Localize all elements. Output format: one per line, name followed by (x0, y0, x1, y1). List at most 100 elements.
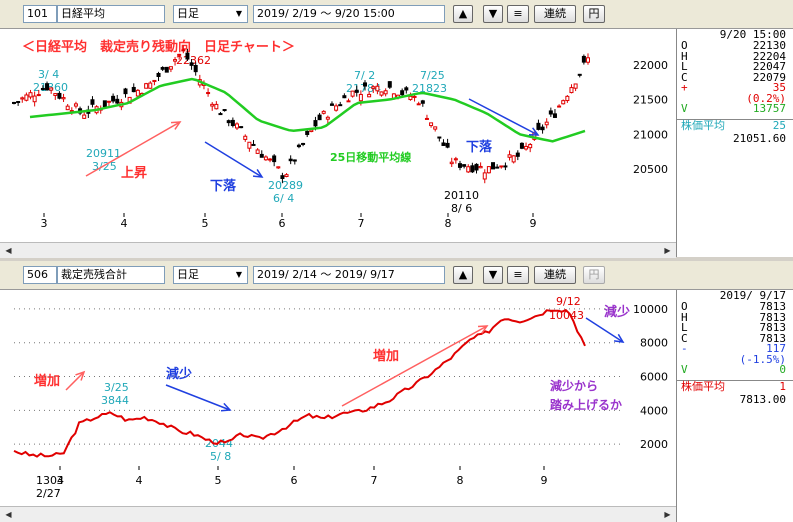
symbol-code-field[interactable]: 506 (23, 266, 57, 284)
info-avg-n: 25 (772, 118, 786, 132)
candle-body (156, 72, 161, 77)
candle-body (301, 142, 306, 145)
scroll-right-icon[interactable]: ▶ (661, 508, 674, 521)
candle-body (259, 153, 264, 158)
candle-body (234, 123, 239, 129)
candle-body (548, 110, 553, 115)
candle-body (569, 87, 574, 94)
candle-body (144, 83, 149, 89)
value-axis: 10000 8000 6000 4000 2000 (633, 303, 668, 451)
nikkei-chart: ＜日経平均 裁定売り残動向 日足チャート＞ 3/ 4 21860 22362 7… (0, 29, 676, 242)
candle-body (383, 90, 388, 95)
month-tick-label: 4 (136, 474, 143, 487)
increase-label-1: 増加 (34, 373, 60, 389)
yen-button[interactable]: 円 (583, 5, 605, 23)
annot-3-25-value: 3844 (101, 394, 129, 407)
symbol-code-field[interactable]: 101 (23, 5, 57, 23)
candle-body (272, 155, 277, 163)
scroll-right-icon[interactable]: ▶ (661, 244, 674, 257)
prev-button[interactable]: ▲ (453, 5, 473, 23)
candle-body (350, 90, 355, 97)
candle-body (420, 100, 425, 104)
candle-body (251, 143, 256, 146)
trend-arrow (341, 325, 489, 407)
arbitrage-line (13, 308, 586, 458)
period-select[interactable]: 日足 ▼ (173, 266, 248, 284)
trend-arrow (65, 370, 86, 391)
candle-body (424, 117, 429, 120)
next-button[interactable]: ▼ (483, 5, 503, 23)
candle-body (16, 101, 21, 104)
arbitrage-info-panel: 2019/ 9/17 O 7813 H 7813 L 7813 C 7813 -117 … (676, 290, 793, 522)
month-tick-label: 4 (121, 217, 128, 230)
candle-body (528, 144, 533, 149)
nikkei-panel: 101 日経平均 日足 ▼ 2019/ 2/19 ～ 9/20 15:00 ▲ ▼… (0, 0, 793, 260)
candle-body (61, 97, 66, 100)
value-tick-label: 10000 (633, 303, 668, 316)
candle-body (189, 62, 194, 66)
candle-body (177, 53, 182, 56)
candle-body (581, 55, 586, 63)
candle-body (449, 161, 454, 165)
note-line-1: 減少から (550, 378, 598, 393)
period-select[interactable]: 日足 ▼ (173, 5, 248, 23)
candle-body (214, 103, 219, 110)
candle-body (573, 83, 578, 89)
month-tick-label: 9 (541, 474, 548, 487)
candle-body (536, 122, 541, 130)
candle-body (367, 93, 372, 98)
prev-button[interactable]: ▲ (453, 266, 473, 284)
candle-body (239, 126, 244, 129)
value-tick-label: 2000 (640, 438, 668, 451)
arbitrage-chart: 1304 2/27 3/25 3844 2044 5/ 8 9/12 10043… (0, 290, 676, 506)
candle-body (540, 126, 545, 131)
symbol-name-field[interactable]: 日経平均 (57, 5, 165, 23)
date-range-field[interactable]: 2019/ 2/14 ～ 2019/ 9/17 (253, 266, 445, 284)
price-axis: 22000 21500 21000 20500 (633, 59, 668, 176)
candle-body (515, 152, 520, 157)
scroll-left-icon[interactable]: ◀ (2, 508, 15, 521)
continuous-button[interactable]: 連続 (534, 266, 576, 284)
trend-arrow (204, 141, 264, 178)
candle-body (111, 95, 116, 102)
annot-9-12-date: 9/12 (556, 295, 581, 308)
nikkei-scrollbar[interactable]: ◀ ▶ (0, 242, 676, 258)
month-tick-label: 5 (215, 474, 222, 487)
candle-body (400, 90, 405, 96)
menu-button[interactable]: ≡ (507, 5, 529, 23)
candle-body (32, 95, 37, 103)
candle-body (12, 101, 16, 104)
candle-body (115, 98, 120, 104)
value-tick-label: 4000 (640, 404, 668, 417)
info-avg-label: 株価平均 (681, 118, 725, 132)
candle-body (561, 100, 566, 105)
next-button[interactable]: ▼ (483, 266, 503, 284)
continuous-button[interactable]: 連続 (534, 5, 576, 23)
menu-button[interactable]: ≡ (507, 266, 529, 284)
scroll-left-icon[interactable]: ◀ (2, 244, 15, 257)
arbitrage-scrollbar[interactable]: ◀ ▶ (0, 506, 676, 522)
candle-body (226, 120, 231, 124)
candle-body (36, 94, 41, 97)
candle-body (20, 97, 25, 100)
candle-body (552, 113, 557, 118)
annot-8-6-date: 8/ 6 (451, 202, 472, 215)
candle-body (73, 103, 78, 107)
date-range-field[interactable]: 2019/ 2/19 ～ 9/20 15:00 (253, 5, 445, 23)
candle-body (437, 136, 442, 139)
candle-body (309, 129, 314, 133)
ma-label: 25日移動平均線 (330, 150, 411, 164)
info-change-sign: - (681, 342, 688, 355)
candle-body (218, 113, 223, 116)
symbol-name-field[interactable]: 裁定売残合計 (57, 266, 165, 284)
candle-body (164, 66, 169, 73)
candle-body (53, 93, 58, 96)
annot-3-4-date: 3/ 4 (38, 68, 59, 81)
yen-button[interactable]: 円 (583, 266, 605, 284)
annot-6-4-date: 6/ 4 (273, 192, 294, 205)
candle-body (49, 87, 54, 91)
candle-body (466, 166, 471, 173)
candle-body (222, 109, 227, 112)
candle-body (57, 92, 62, 99)
candle-body (24, 94, 29, 101)
